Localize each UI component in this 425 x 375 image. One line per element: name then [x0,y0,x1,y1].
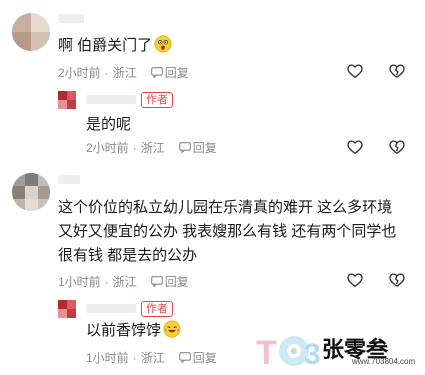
author-avatar[interactable] [58,300,76,318]
commenter-avatar[interactable] [12,173,50,211]
reply-meta: 2小时前 · 浙江 回复 [86,139,217,156]
comment-time: 2小时前 [58,66,101,80]
reply-button[interactable]: 回复 [178,139,217,156]
svg-text:T: T [256,334,277,372]
reply-time: 2小时前 [86,141,129,155]
comment-text: 啊 伯爵关门了 [58,34,172,58]
laughing-tears-face-icon [163,320,181,338]
reply-time: 1小时前 [86,351,129,365]
commenter-name[interactable] [58,175,80,184]
comment-text: 这个价位的私立幼儿园在乐清真的难开 这么多环境 又好又便宜的公办 我表嫂那么有钱… [58,199,397,264]
dislike-broken-heart-icon[interactable] [388,138,406,156]
dislike-broken-heart-icon[interactable] [388,271,406,289]
like-heart-icon[interactable] [346,62,364,80]
reply-text: 是的呢 [86,116,132,133]
like-heart-icon[interactable] [346,271,364,289]
reply-icon [150,67,163,78]
reply-button[interactable]: 回复 [150,64,189,81]
comment-meta: 2小时前 · 浙江 回复 [58,64,189,81]
meta-separator: · [132,350,137,365]
reply-button[interactable]: 回复 [178,349,217,366]
astonished-face-icon [154,35,172,53]
like-heart-icon[interactable] [346,138,364,156]
reply-location: 浙江 [140,141,165,155]
commenter-avatar[interactable] [12,13,50,51]
reply-icon [150,276,163,287]
reply-meta: 1小时前 · 浙江 回复 [86,349,217,366]
reply-icon [178,142,191,153]
commenter-name[interactable] [58,14,84,23]
watermark-url: www.703804.com [352,357,416,366]
author-avatar[interactable] [58,91,76,109]
reply-location: 浙江 [140,351,165,365]
dislike-broken-heart-icon[interactable] [388,62,406,80]
meta-separator: · [104,65,109,80]
reply-text: 以前香饽饽 [86,319,181,343]
reply-icon [178,352,191,363]
author-badge: 作者 [141,301,173,317]
comment-meta: 1小时前 · 浙江 回复 [58,273,189,290]
author-name[interactable] [86,304,136,313]
comment-time: 1小时前 [58,275,101,289]
svg-text:3: 3 [304,338,321,371]
reply-button[interactable]: 回复 [150,273,189,290]
author-name[interactable] [86,95,136,104]
comment-location: 浙江 [112,66,137,80]
meta-separator: · [132,140,137,155]
comment-location: 浙江 [112,275,137,289]
meta-separator: · [104,274,109,289]
author-badge: 作者 [141,92,173,108]
